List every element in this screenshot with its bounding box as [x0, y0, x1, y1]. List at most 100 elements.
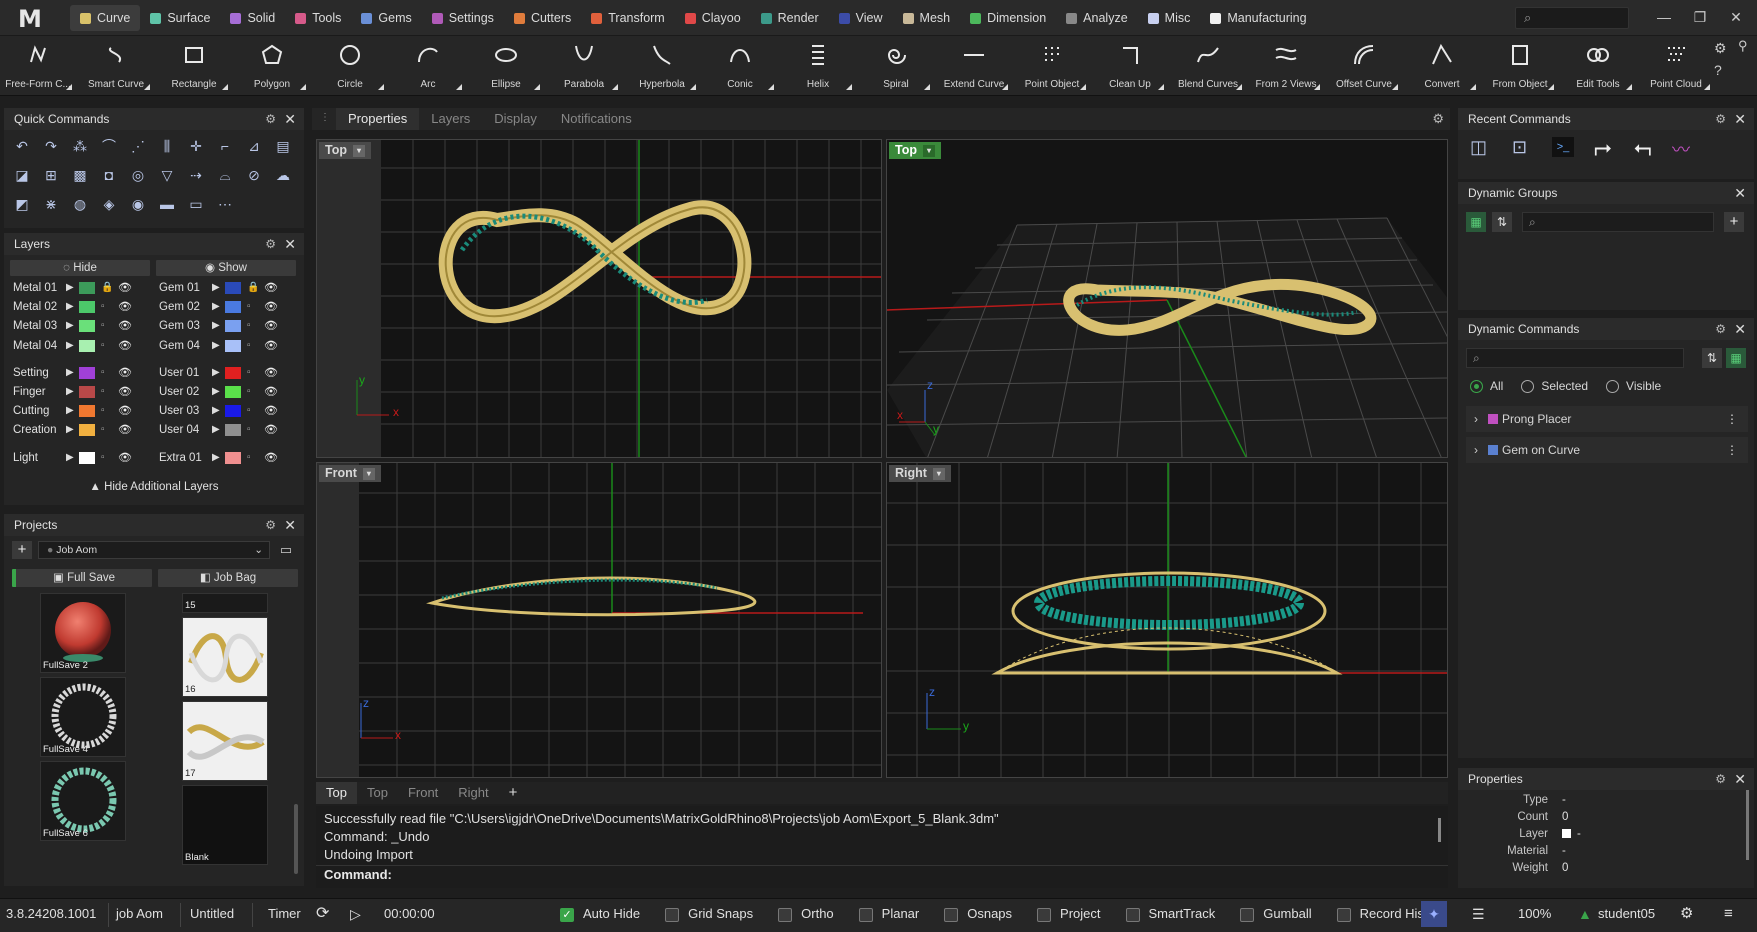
viewport-bottom-left[interactable]: Front ▾ z x [316, 462, 882, 778]
layer-color-swatch[interactable] [79, 386, 95, 398]
close-button[interactable]: ✕ [1724, 6, 1748, 28]
expand-icon[interactable]: ▶ [212, 383, 220, 401]
play-icon[interactable]: ▷ [350, 899, 361, 929]
gear-icon[interactable]: ⚙ [1715, 108, 1726, 130]
expand-icon[interactable]: ▶ [66, 317, 74, 335]
tab-tools[interactable]: Tools [285, 5, 351, 31]
expand-icon[interactable]: ▶ [212, 298, 220, 316]
eye-icon[interactable]: 👁 [264, 402, 278, 420]
gear-icon[interactable]: ⚙ [1715, 318, 1726, 340]
expand-icon[interactable]: ▶ [66, 279, 74, 297]
layer-command-icon[interactable]: ⊡ [1512, 137, 1527, 158]
eye-icon[interactable]: 👁 [118, 279, 132, 297]
command-search-input[interactable]: ⌕ [1466, 348, 1684, 368]
viewport-top-right[interactable]: Top ▾ z x y [886, 139, 1448, 458]
undo-icon[interactable]: ⮢ [1634, 134, 1652, 160]
panel-tab-display[interactable]: Display [482, 108, 549, 130]
hide-additional-layers-button[interactable]: ▲ Hide Additional Layers [4, 481, 304, 493]
eye-icon[interactable]: 👁 [118, 298, 132, 316]
viewport-label[interactable]: Right ▾ [889, 465, 951, 482]
tool-point-cloud[interactable]: Point Cloud [1638, 36, 1714, 96]
quick-command-icon[interactable]: ◩ [12, 194, 32, 214]
quick-command-icon[interactable]: ▽ [157, 165, 177, 185]
tab-clayoo[interactable]: Clayoo [675, 5, 751, 31]
tab-render[interactable]: Render [751, 5, 829, 31]
gear-icon[interactable]: ⚙ [1680, 899, 1693, 929]
show-layers-button[interactable]: ◉ Show [156, 260, 296, 276]
checkbox[interactable]: ✓ [560, 907, 574, 922]
eye-icon[interactable]: 👁 [118, 383, 132, 401]
layer-color-swatch[interactable] [79, 424, 95, 437]
viewport-label[interactable]: Front ▾ [319, 465, 381, 482]
expand-icon[interactable]: ▶ [212, 317, 220, 335]
radio-button[interactable] [1470, 380, 1483, 394]
pin-icon[interactable]: ⚲ [1738, 38, 1748, 54]
quick-command-icon[interactable]: ▩ [70, 165, 90, 185]
lock-icon[interactable]: ▫ [247, 337, 251, 355]
quick-command-icon[interactable]: ◘ [99, 165, 119, 185]
quick-command-icon[interactable]: ⇢ [186, 165, 206, 185]
layer-color-swatch[interactable] [79, 282, 95, 294]
gear-icon[interactable]: ⚙ [1715, 768, 1726, 790]
project-thumb[interactable]: Blank [182, 785, 268, 865]
tab-gems[interactable]: Gems [351, 5, 421, 31]
list-icon[interactable]: ☰ [1472, 899, 1485, 929]
layer-row[interactable]: User 02 ▶ ▫ 👁 [159, 383, 299, 401]
tool-blend-curves[interactable]: Blend Curves [1170, 36, 1246, 96]
layer-row[interactable]: Metal 02 ▶ ▫ 👁 [13, 298, 153, 316]
lock-icon[interactable]: ▫ [101, 421, 105, 439]
tool-spiral[interactable]: Spiral [858, 36, 934, 96]
viewport-label[interactable]: Top ▾ [319, 142, 371, 159]
layer-row[interactable]: Gem 03 ▶ ▫ 👁 [159, 317, 299, 335]
more-icon[interactable]: ⋮ [1726, 437, 1738, 463]
lock-icon[interactable]: ▫ [101, 383, 105, 401]
job-bag-button[interactable]: ◧ Job Bag [158, 569, 298, 587]
lock-icon[interactable]: ▫ [247, 449, 251, 467]
eye-icon[interactable]: 👁 [118, 364, 132, 382]
layer-color-swatch[interactable] [225, 405, 241, 418]
expand-icon[interactable]: ▶ [212, 421, 220, 439]
toggle-planar[interactable]: Planar [858, 899, 919, 929]
close-icon[interactable]: ✕ [284, 514, 296, 536]
quick-command-icon[interactable]: ⫼ [157, 136, 177, 156]
quick-command-icon[interactable]: ▤ [273, 136, 293, 156]
project-thumb[interactable]: 16 [182, 617, 268, 697]
layer-row[interactable]: Metal 03 ▶ ▫ 👁 [13, 317, 153, 335]
expand-icon[interactable]: ▶ [212, 279, 220, 297]
more-icon[interactable]: ⋮ [1726, 406, 1738, 432]
layer-color-swatch[interactable] [225, 366, 241, 379]
checkbox[interactable] [1037, 907, 1052, 922]
quick-command-icon[interactable]: ◈ [99, 194, 119, 214]
close-icon[interactable]: ✕ [284, 233, 296, 255]
expand-icon[interactable]: ▶ [212, 449, 220, 467]
lock-icon[interactable]: ▫ [101, 402, 105, 420]
checkbox[interactable] [1125, 907, 1140, 922]
add-project-button[interactable]: + [12, 541, 32, 559]
expand-icon[interactable]: ▶ [66, 364, 74, 382]
lock-icon[interactable]: ▫ [247, 402, 251, 420]
tool-from-object[interactable]: From Object [1482, 36, 1558, 96]
full-save-button[interactable]: ▣ Full Save [12, 569, 152, 587]
help-icon[interactable]: ? [1714, 62, 1722, 78]
expand-icon[interactable]: ▶ [212, 402, 220, 420]
tab-view[interactable]: View [829, 5, 893, 31]
layer-color-swatch[interactable] [225, 451, 241, 464]
toggle-osnaps[interactable]: Osnaps [944, 899, 1012, 929]
viewport-top-left[interactable]: Top ▾ y x [316, 139, 882, 458]
layer-row[interactable]: Finger ▶ ▫ 👁 [13, 383, 153, 401]
expand-icon[interactable]: ▶ [212, 337, 220, 355]
lock-icon[interactable]: ▫ [247, 364, 251, 382]
quick-command-icon[interactable]: ⌐ [215, 136, 235, 156]
job-select[interactable]: ● Job Aom ⌄ [38, 541, 270, 559]
expand-icon[interactable]: ▶ [66, 298, 74, 316]
lock-icon[interactable]: ▫ [101, 449, 105, 467]
lock-icon[interactable]: ▫ [247, 421, 251, 439]
sort-icon[interactable]: ⇅ [1702, 348, 1722, 368]
tool-polygon[interactable]: Polygon [234, 36, 310, 96]
eye-icon[interactable]: 👁 [264, 449, 278, 467]
quick-command-icon[interactable]: ⊘ [244, 165, 264, 185]
expand-icon[interactable]: ▶ [66, 337, 74, 355]
tab-mesh[interactable]: Mesh [893, 5, 961, 31]
tool-free-form-c[interactable]: Free-Form C... [0, 36, 76, 96]
quick-command-icon[interactable]: ⊞ [41, 165, 61, 185]
